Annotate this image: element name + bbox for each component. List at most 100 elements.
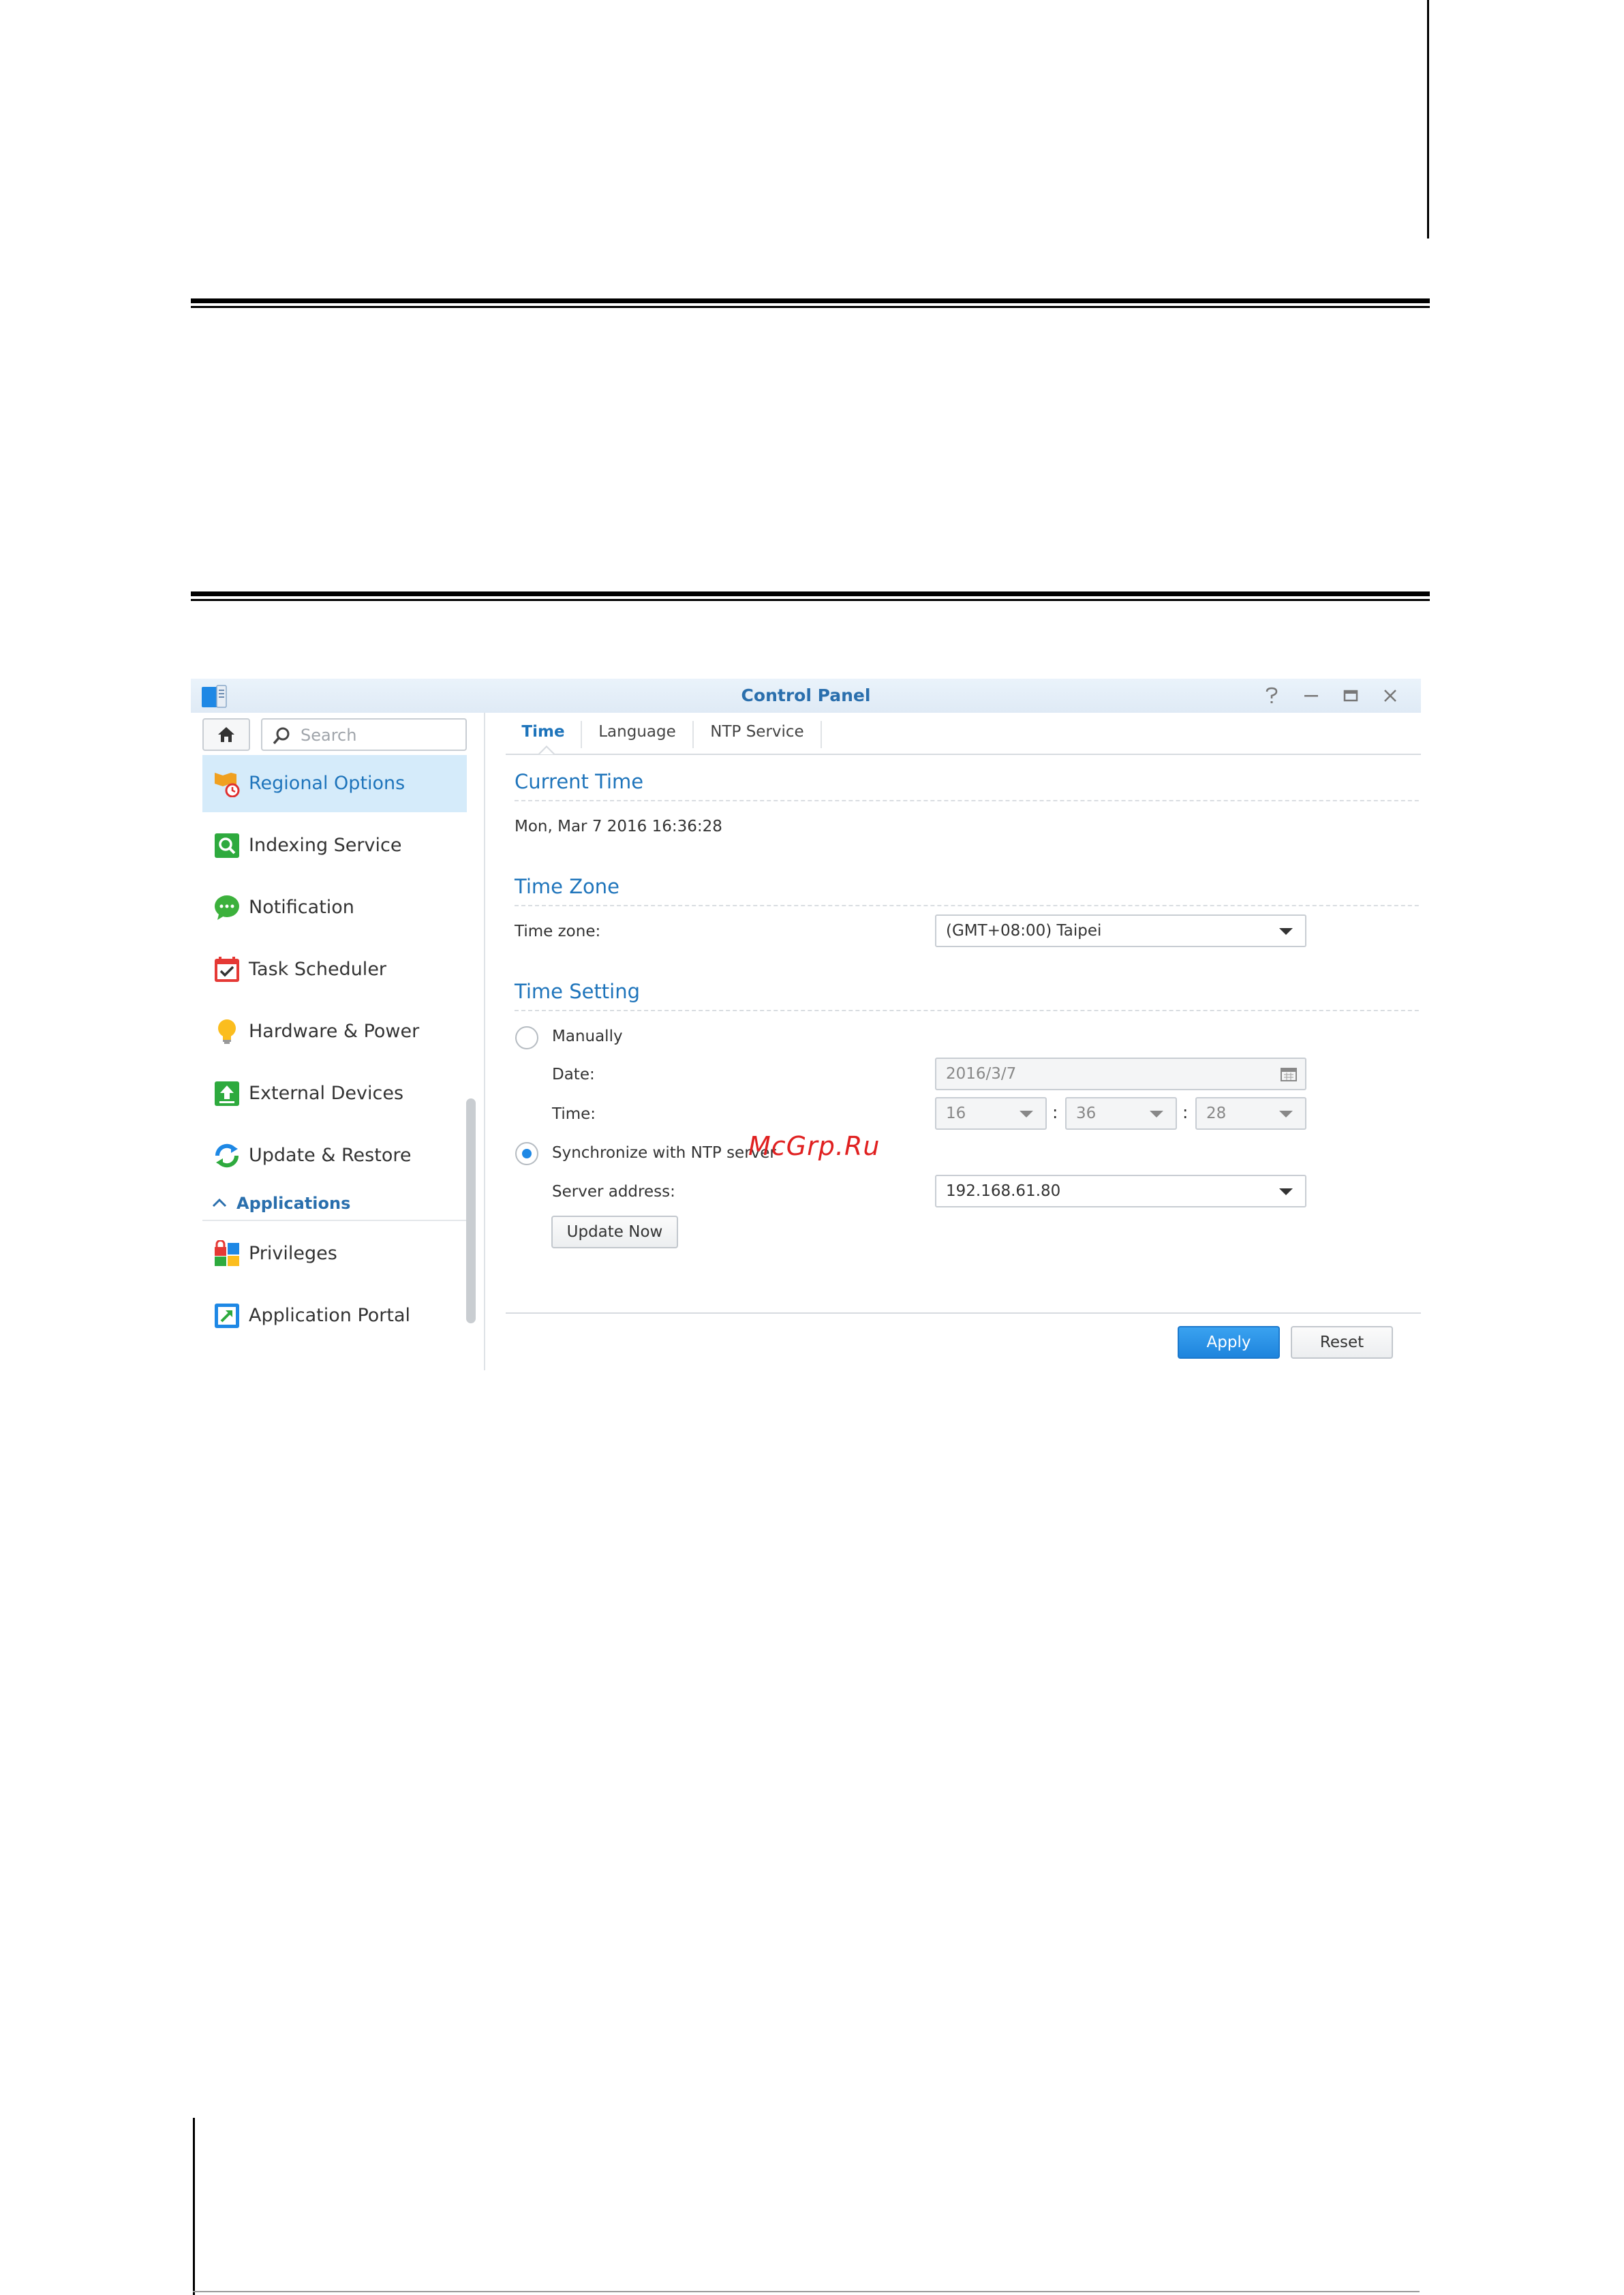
search-box[interactable] [261,718,467,751]
task-scheduler-icon [215,957,239,982]
section-divider [515,1010,1421,1011]
ntp-sync-radio[interactable] [515,1142,538,1165]
sidebar-item-label: Indexing Service [249,835,402,856]
minute-select[interactable]: 36 [1065,1097,1177,1130]
sidebar: Regional Options Indexing Service Notifi… [191,713,485,1370]
page-footer-line [193,2291,1420,2292]
time-colon: : [1182,1103,1189,1122]
manually-radio[interactable] [515,1026,538,1049]
update-restore-icon [215,1143,239,1168]
close-icon [1384,690,1396,702]
sidebar-item-notification[interactable]: Notification [202,879,467,936]
page-rule-top [191,298,1430,308]
current-time-value: Mon, Mar 7 2016 16:36:28 [515,818,722,835]
time-label: Time: [552,1105,596,1123]
second-value: 28 [1206,1105,1227,1122]
minimize-button[interactable] [1299,684,1323,707]
reset-button[interactable]: Reset [1291,1326,1393,1359]
sidebar-item-label: Application Portal [249,1305,411,1326]
section-title-time-setting: Time Setting [515,980,641,1003]
minute-value: 36 [1076,1105,1097,1122]
sidebar-item-indexing-service[interactable]: Indexing Service [202,817,467,874]
page-vertical-rule-top [1427,0,1429,238]
sidebar-item-label: Task Scheduler [249,959,387,980]
lightbulb-icon [218,1019,236,1044]
time-colon: : [1052,1103,1058,1122]
indexing-service-icon [215,833,239,858]
tab-language[interactable]: Language [582,713,692,754]
section-title-current-time: Current Time [515,770,644,793]
notification-icon [215,895,239,920]
chevron-down-icon [1279,928,1293,935]
page-rule-bottom [191,591,1430,601]
hour-value: 16 [946,1105,966,1122]
section-divider [515,800,1421,801]
help-icon [1266,687,1278,703]
minimize-icon [1304,695,1318,697]
privileges-icon [215,1240,239,1266]
chevron-down-icon [1279,1188,1293,1195]
second-select[interactable]: 28 [1195,1097,1306,1130]
sidebar-item-privileges[interactable]: Privileges [202,1225,467,1282]
search-input[interactable] [299,724,459,747]
sidebar-item-external-devices[interactable]: External Devices [202,1065,467,1122]
external-devices-icon [215,1081,239,1106]
sidebar-section-applications[interactable]: Applications [202,1188,467,1221]
chevron-down-icon [1279,1111,1293,1118]
page-vertical-rule-bottom [193,2118,195,2295]
sidebar-item-application-portal[interactable]: Application Portal [202,1287,467,1344]
manually-label: Manually [552,1028,623,1045]
close-button[interactable] [1378,684,1403,707]
server-address-value: 192.168.61.80 [946,1182,1061,1200]
maximize-icon [1343,690,1358,702]
date-value: 2016/3/7 [946,1065,1017,1083]
chevron-up-icon [212,1198,227,1207]
sidebar-item-update-restore[interactable]: Update & Restore [202,1127,467,1184]
chevron-down-icon [1150,1111,1163,1118]
sidebar-item-label: External Devices [249,1083,404,1104]
time-zone-select[interactable]: (GMT+08:00) Taipei [935,914,1306,947]
regional-options-icon [215,773,240,797]
tab-bar: Time Language NTP Service [506,713,1421,754]
ntp-sync-label: Synchronize with NTP server [552,1144,776,1162]
footer-divider [506,1312,1421,1314]
chevron-down-icon [1020,1111,1033,1118]
sidebar-item-hardware-power[interactable]: Hardware & Power [202,1003,467,1060]
window-title: Control Panel [741,686,871,705]
maximize-button[interactable] [1338,684,1363,707]
application-portal-icon [215,1304,239,1328]
active-tab-indicator-inner [540,748,553,754]
sidebar-scrollbar[interactable] [466,1098,476,1323]
home-icon [218,727,234,742]
sidebar-item-label: Privileges [249,1243,337,1264]
date-label: Date: [552,1066,595,1083]
tab-ntp-service[interactable]: NTP Service [694,713,821,754]
tab-underline [506,754,1421,755]
sidebar-item-task-scheduler[interactable]: Task Scheduler [202,941,467,998]
section-divider [515,905,1421,906]
server-address-label: Server address: [552,1183,675,1201]
hour-select[interactable]: 16 [935,1097,1047,1130]
calendar-icon [1281,1068,1297,1081]
sidebar-item-label: Update & Restore [249,1145,412,1166]
sidebar-item-label: Regional Options [249,773,405,794]
update-now-button[interactable]: Update Now [551,1216,678,1248]
watermark-text: McGrp.Ru [748,1131,880,1161]
section-title-time-zone: Time Zone [515,875,620,898]
time-zone-label: Time zone: [515,923,601,940]
sidebar-section-label: Applications [236,1194,351,1213]
apply-button[interactable]: Apply [1178,1326,1280,1359]
server-address-combobox[interactable]: 192.168.61.80 [935,1175,1306,1207]
tab-separator [821,721,822,748]
search-icon [273,727,290,745]
sidebar-item-regional-options[interactable]: Regional Options [202,755,467,812]
title-bar: Control Panel [191,679,1421,713]
sidebar-item-label: Notification [249,897,354,918]
date-field[interactable]: 2016/3/7 [935,1058,1306,1090]
sidebar-divider [484,713,485,1370]
help-button[interactable] [1259,684,1284,707]
home-button[interactable] [202,718,250,751]
sidebar-item-label: Hardware & Power [249,1021,420,1042]
control-panel-window: Control Panel Regional Options Indexing [191,679,1421,1370]
time-zone-value: (GMT+08:00) Taipei [946,922,1102,940]
